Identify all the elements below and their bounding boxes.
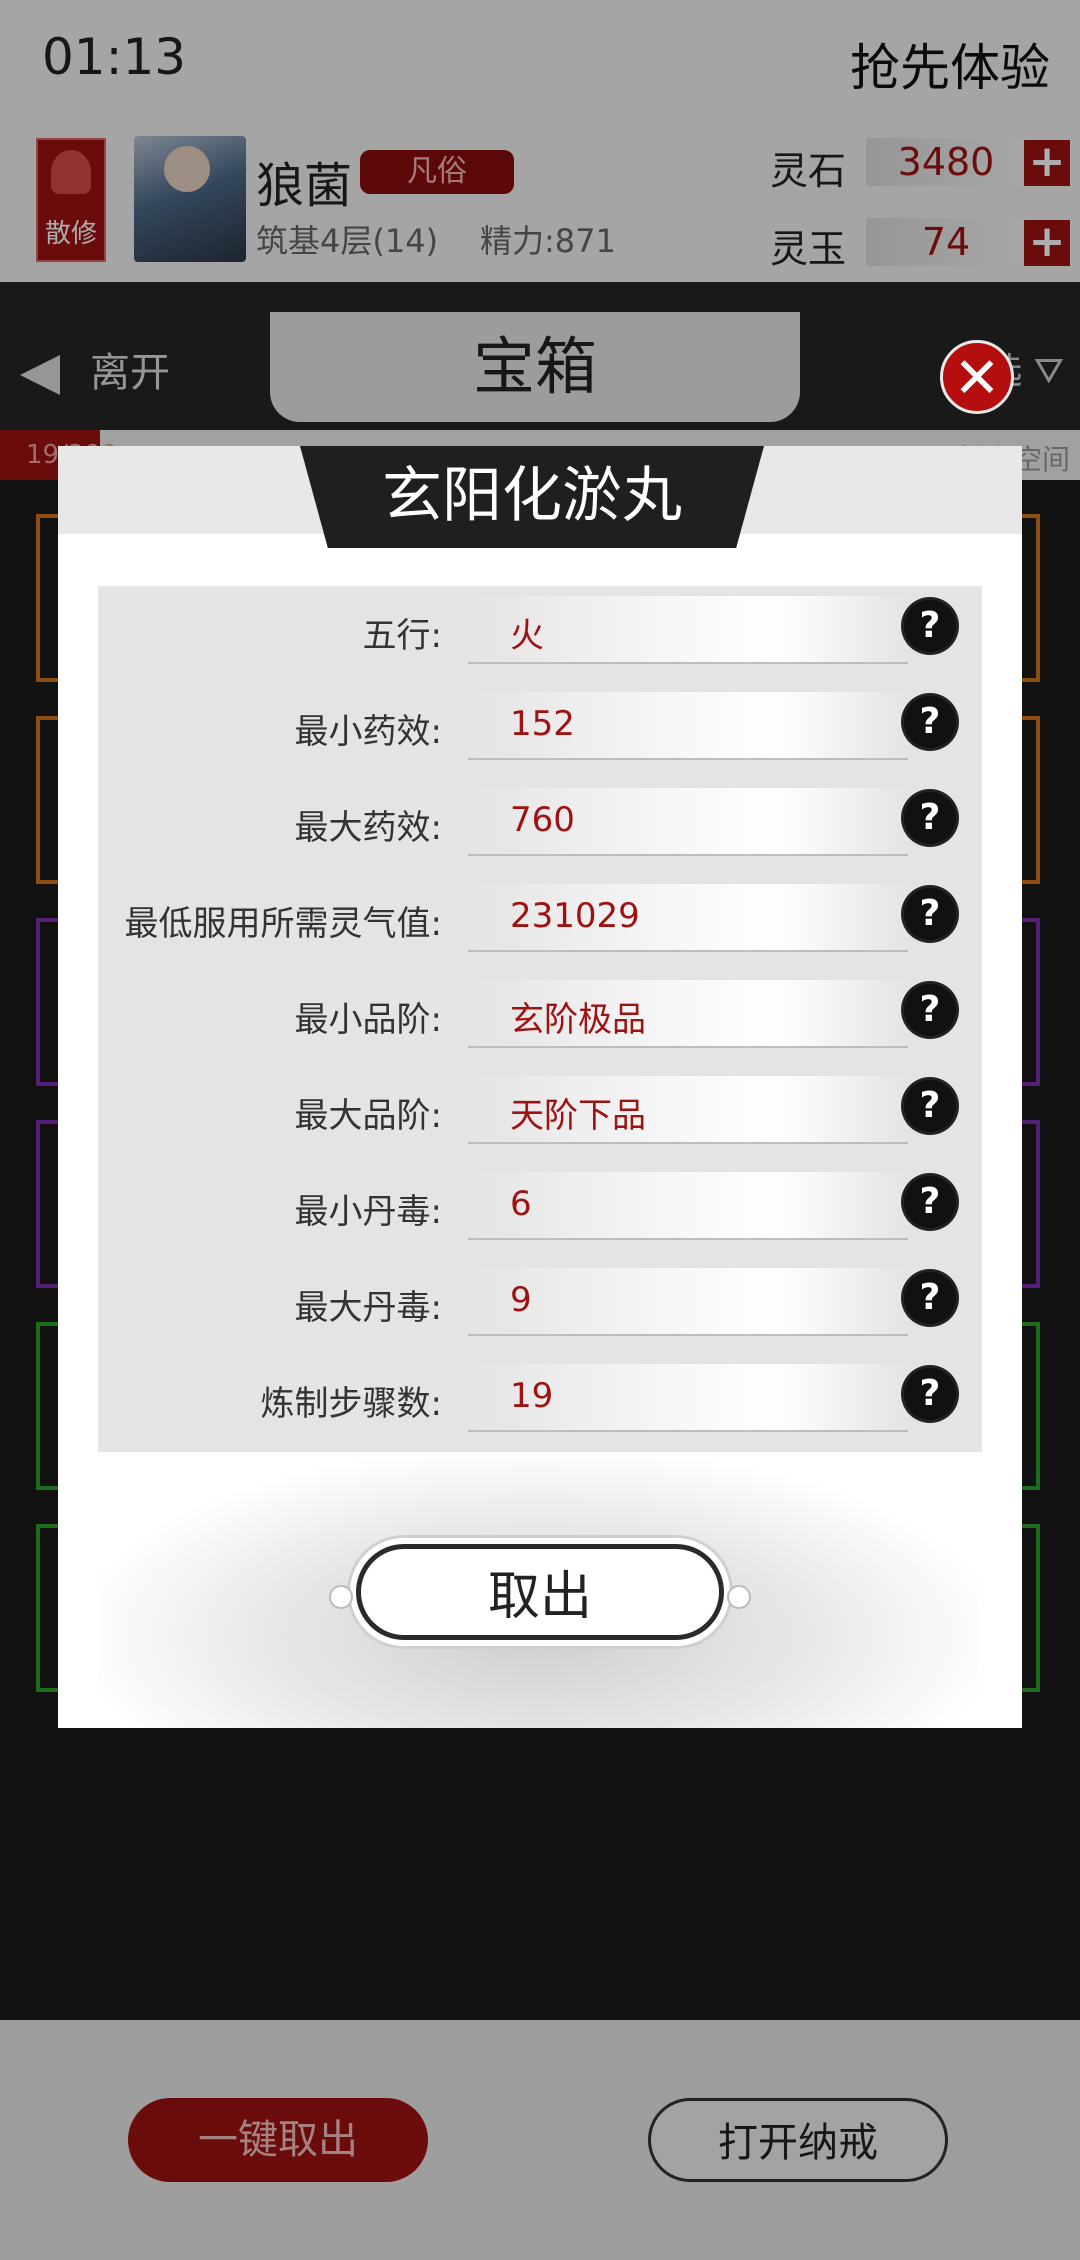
help-icon[interactable]: ?: [904, 888, 956, 940]
attribute-value: 天阶下品: [510, 1096, 646, 1136]
attribute-value: 6: [510, 1184, 532, 1224]
attribute-label: 最小丹毒:: [294, 1192, 442, 1232]
attribute-value: 19: [510, 1376, 554, 1416]
attribute-row: 最大药效: 760 ?: [98, 778, 982, 874]
close-icon[interactable]: ✕: [940, 340, 1014, 414]
value-background: [468, 1172, 908, 1240]
attribute-row: 最低服用所需灵气值: 231029 ?: [98, 874, 982, 970]
attribute-row: 最大丹毒: 9 ?: [98, 1258, 982, 1354]
attribute-label: 最低服用所需灵气值:: [124, 904, 442, 944]
attribute-value: 火: [510, 616, 544, 656]
attribute-value: 152: [510, 704, 575, 744]
dialog-title: 玄阳化淤丸: [300, 446, 764, 548]
help-icon[interactable]: ?: [904, 1272, 956, 1324]
attribute-table: 五行: 火 ? 最小药效: 152 ? 最大药效: 760 ? 最低服用所需灵气…: [98, 586, 982, 1452]
help-icon[interactable]: ?: [904, 696, 956, 748]
attribute-label: 最大药效:: [294, 808, 442, 848]
attribute-label: 五行:: [362, 616, 442, 656]
attribute-label: 最大品阶:: [294, 1096, 442, 1136]
value-background: [468, 1268, 908, 1336]
help-icon[interactable]: ?: [904, 1368, 956, 1420]
attribute-value: 9: [510, 1280, 532, 1320]
attribute-row: 最小药效: 152 ?: [98, 682, 982, 778]
attribute-row: 最大品阶: 天阶下品 ?: [98, 1066, 982, 1162]
attribute-row: 最小丹毒: 6 ?: [98, 1162, 982, 1258]
take-out-button[interactable]: 取出: [329, 1544, 751, 1640]
help-icon[interactable]: ?: [904, 1080, 956, 1132]
attribute-value: 760: [510, 800, 575, 840]
attribute-label: 最小品阶:: [294, 1000, 442, 1040]
attribute-value: 231029: [510, 896, 640, 936]
attribute-label: 最小药效:: [294, 712, 442, 752]
attribute-row: 五行: 火 ?: [98, 586, 982, 682]
attribute-label: 炼制步骤数:: [260, 1384, 442, 1424]
help-icon[interactable]: ?: [904, 1176, 956, 1228]
attribute-label: 最大丹毒:: [294, 1288, 442, 1328]
attribute-row: 炼制步骤数: 19 ?: [98, 1354, 982, 1450]
help-icon[interactable]: ?: [904, 984, 956, 1036]
item-detail-dialog: 玄阳化淤丸 五行: 火 ? 最小药效: 152 ? 最大药效: 760 ? 最低…: [58, 446, 1022, 1728]
help-icon[interactable]: ?: [904, 792, 956, 844]
help-icon[interactable]: ?: [904, 600, 956, 652]
attribute-value: 玄阶极品: [510, 1000, 646, 1040]
attribute-row: 最小品阶: 玄阶极品 ?: [98, 970, 982, 1066]
